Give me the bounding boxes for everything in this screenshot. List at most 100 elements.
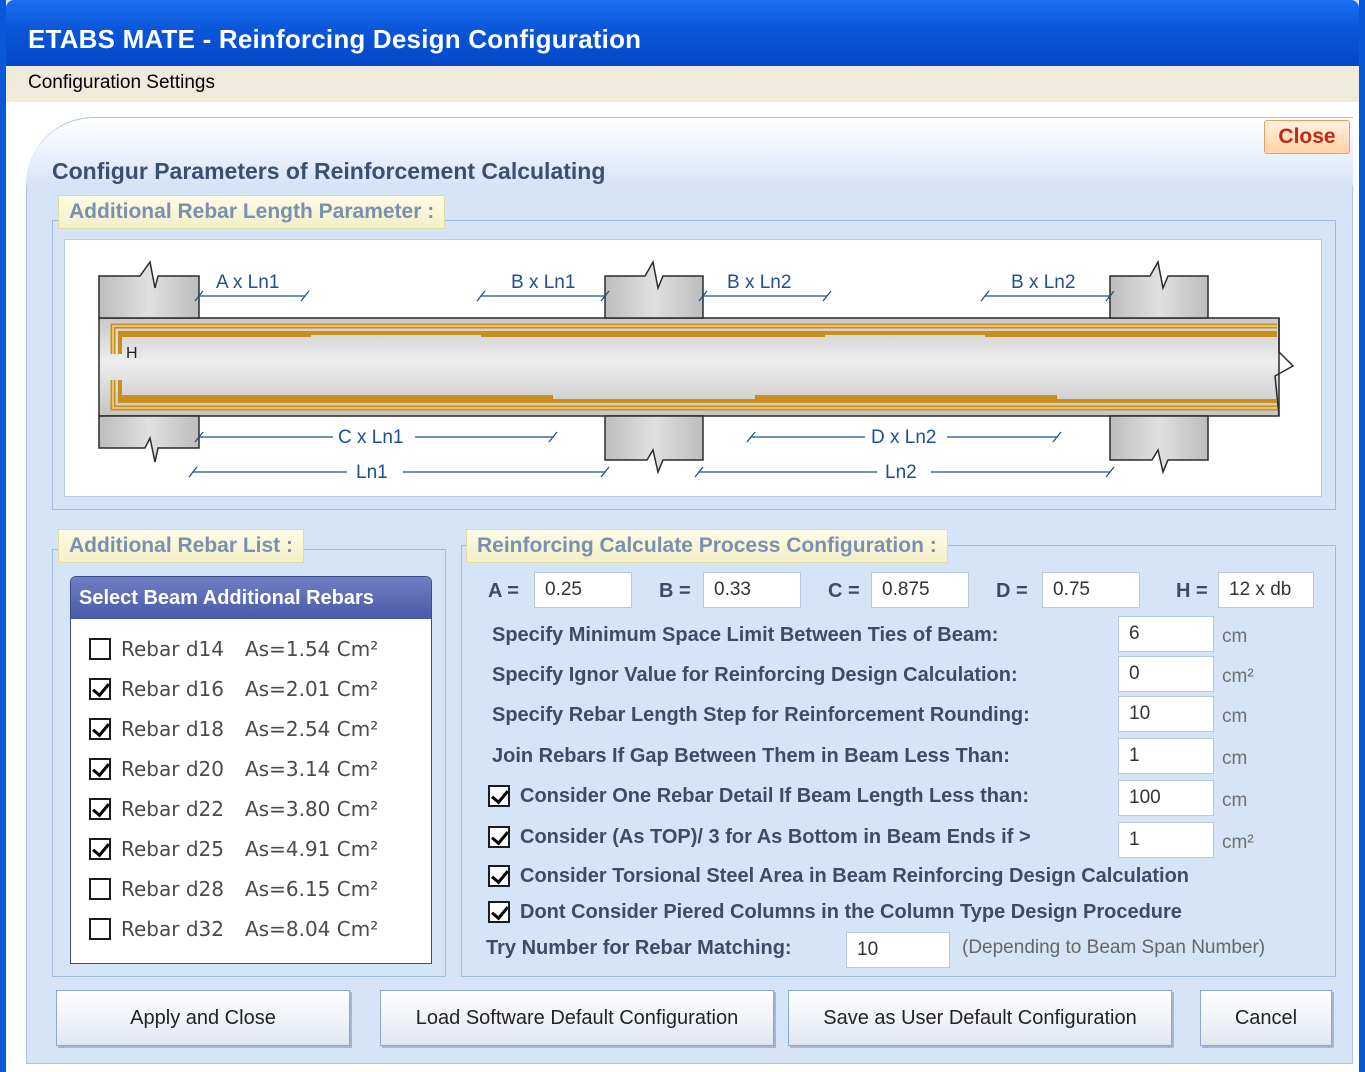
column-right-top bbox=[1109, 259, 1209, 319]
apply-and-close-button[interactable]: Apply and Close bbox=[56, 990, 350, 1046]
ignore-value-unit: cm² bbox=[1222, 666, 1254, 687]
ignore-value-input[interactable]: 0 bbox=[1118, 656, 1214, 692]
rebar-area: As=1.54 Cm² bbox=[245, 637, 379, 661]
save-default-button[interactable]: Save as User Default Configuration bbox=[788, 990, 1172, 1046]
column-right-bottom bbox=[1109, 415, 1209, 475]
rebar-list-item[interactable]: Rebar d22 As=3.80 Cm² bbox=[89, 797, 378, 827]
rebar-name: Rebar d14 bbox=[121, 637, 224, 661]
checkbox-icon bbox=[488, 864, 510, 887]
close-button[interactable]: Close bbox=[1264, 120, 1350, 154]
checkbox-icon[interactable] bbox=[89, 797, 111, 820]
param-a-input[interactable]: 0.25 bbox=[534, 572, 632, 608]
panel-caption: Configur Parameters of Reinforcement Cal… bbox=[52, 158, 606, 184]
rebar-area: As=3.14 Cm² bbox=[245, 757, 379, 781]
rebar-area: As=8.04 Cm² bbox=[245, 917, 379, 941]
title-bar[interactable]: ETABS MATE - Reinforcing Design Configur… bbox=[6, 0, 1359, 66]
label-c-ln1: C x Ln1 bbox=[338, 427, 403, 448]
one-rebar-detail-unit: cm bbox=[1222, 790, 1248, 811]
join-gap-input[interactable]: 1 bbox=[1118, 738, 1214, 774]
rebar-name: Rebar d22 bbox=[121, 797, 224, 821]
rebar-area: As=3.80 Cm² bbox=[245, 797, 379, 821]
rebar-name: Rebar d28 bbox=[121, 877, 224, 901]
menu-bar: Configuration Settings bbox=[6, 66, 1359, 102]
try-number-note: (Depending to Beam Span Number) bbox=[962, 937, 1266, 958]
join-gap-unit: cm bbox=[1222, 748, 1248, 769]
one-rebar-detail-input[interactable]: 100 bbox=[1118, 780, 1214, 816]
ignore-value-label: Specify Ignor Value for Reinforcing Desi… bbox=[492, 664, 1018, 686]
checkbox-icon[interactable] bbox=[89, 917, 111, 940]
param-a-label: A = bbox=[488, 580, 519, 602]
checkbox-icon[interactable] bbox=[89, 837, 111, 860]
param-d-label: D = bbox=[996, 580, 1028, 602]
checkbox-icon[interactable] bbox=[89, 637, 111, 660]
rebar-name: Rebar d25 bbox=[121, 837, 224, 861]
label-a-ln1: A x Ln1 bbox=[216, 272, 279, 293]
label-b-ln2-second: B x Ln2 bbox=[1011, 272, 1075, 293]
rebar-list-header: Select Beam Additional Rebars bbox=[71, 577, 431, 619]
rebar-list-item[interactable]: Rebar d18 As=2.54 Cm² bbox=[89, 717, 378, 747]
rebar-name: Rebar d32 bbox=[121, 917, 224, 941]
column-middle-bottom bbox=[604, 415, 704, 475]
dialog-window: ETABS MATE - Reinforcing Design Configur… bbox=[0, 0, 1365, 1072]
rebar-list-item[interactable]: Rebar d16 As=2.01 Cm² bbox=[89, 677, 378, 707]
h-label: H bbox=[126, 345, 138, 362]
column-left-bottom bbox=[98, 415, 200, 463]
checkbox-icon bbox=[488, 825, 510, 848]
rebar-area: As=2.01 Cm² bbox=[245, 677, 379, 701]
label-b-ln2-first: B x Ln2 bbox=[727, 272, 791, 293]
as-top-ratio-input[interactable]: 1 bbox=[1118, 822, 1214, 858]
client-area: Configur Parameters of Reinforcement Cal… bbox=[6, 102, 1359, 1072]
menu-configuration-settings[interactable]: Configuration Settings bbox=[28, 72, 215, 94]
rebar-name: Rebar d18 bbox=[121, 717, 224, 741]
length-step-unit: cm bbox=[1222, 706, 1248, 727]
param-b-label: B = bbox=[659, 580, 691, 602]
column-middle-top bbox=[604, 259, 704, 319]
label-b-ln1: B x Ln1 bbox=[511, 272, 575, 293]
rebar-area: As=2.54 Cm² bbox=[245, 717, 379, 741]
label-d-ln2: D x Ln2 bbox=[871, 427, 936, 448]
rebar-list-item[interactable]: Rebar d20 As=3.14 Cm² bbox=[89, 757, 378, 787]
as-top-ratio-unit: cm² bbox=[1222, 832, 1254, 853]
join-gap-label: Join Rebars If Gap Between Them in Beam … bbox=[492, 745, 1010, 767]
param-b-input[interactable]: 0.33 bbox=[703, 572, 801, 608]
window-title: ETABS MATE - Reinforcing Design Configur… bbox=[28, 24, 642, 54]
param-c-label: C = bbox=[828, 580, 860, 602]
process-config-group-label: Reinforcing Calculate Process Configurat… bbox=[466, 529, 948, 563]
checkbox-icon[interactable] bbox=[89, 877, 111, 900]
rebar-name: Rebar d20 bbox=[121, 757, 224, 781]
label-ln1: Ln1 bbox=[356, 462, 388, 483]
rebar-area: As=6.15 Cm² bbox=[245, 877, 379, 901]
one-rebar-detail-checkbox[interactable]: Consider One Rebar Detail If Beam Length… bbox=[488, 784, 1029, 813]
length-step-label: Specify Rebar Length Step for Reinforcem… bbox=[492, 704, 1030, 726]
rebar-length-diagram: H A x Ln1 B x Ln1 B x Ln2 B x Ln2 C x Ln… bbox=[64, 239, 1322, 497]
load-default-button[interactable]: Load Software Default Configuration bbox=[380, 990, 774, 1046]
param-c-input[interactable]: 0.875 bbox=[871, 572, 969, 608]
rebar-name: Rebar d16 bbox=[121, 677, 224, 701]
try-number-input[interactable]: 10 bbox=[846, 932, 950, 968]
param-d-input[interactable]: 0.75 bbox=[1042, 572, 1140, 608]
torsional-steel-checkbox[interactable]: Consider Torsional Steel Area in Beam Re… bbox=[488, 864, 1189, 893]
checkbox-icon[interactable] bbox=[89, 757, 111, 780]
as-top-ratio-checkbox[interactable]: Consider (As TOP)/ 3 for As Bottom in Be… bbox=[488, 825, 1031, 854]
checkbox-icon[interactable] bbox=[89, 717, 111, 740]
checkbox-icon bbox=[488, 784, 510, 807]
rebar-list-item[interactable]: Rebar d14 As=1.54 Cm² bbox=[89, 637, 378, 667]
try-number-label: Try Number for Rebar Matching: bbox=[486, 937, 792, 959]
rebar-list-item[interactable]: Rebar d25 As=4.91 Cm² bbox=[89, 837, 378, 867]
checkbox-icon[interactable] bbox=[89, 677, 111, 700]
param-h-input[interactable]: 12 x db bbox=[1218, 572, 1314, 608]
rebar-list-box: Select Beam Additional Rebars Rebar d14 A… bbox=[70, 576, 432, 964]
beam-diagram-svg: H A x Ln1 B x Ln1 B x Ln2 B x Ln2 C x Ln… bbox=[98, 259, 1295, 483]
length-step-input[interactable]: 10 bbox=[1118, 696, 1214, 732]
label-ln2: Ln2 bbox=[885, 462, 917, 483]
param-h-label: H = bbox=[1176, 580, 1208, 602]
piered-columns-checkbox[interactable]: Dont Consider Piered Columns in the Colu… bbox=[488, 900, 1182, 929]
rebar-list-item[interactable]: Rebar d32 As=8.04 Cm² bbox=[89, 917, 378, 947]
cancel-button[interactable]: Cancel bbox=[1200, 990, 1332, 1046]
rebar-list-item[interactable]: Rebar d28 As=6.15 Cm² bbox=[89, 877, 378, 907]
rebar-length-group-label: Additional Rebar Length Parameter : bbox=[58, 195, 446, 229]
min-tie-space-input[interactable]: 6 bbox=[1118, 616, 1214, 652]
column-left-top bbox=[98, 260, 200, 319]
rebar-area: As=4.91 Cm² bbox=[245, 837, 379, 861]
checkbox-icon bbox=[488, 900, 510, 923]
